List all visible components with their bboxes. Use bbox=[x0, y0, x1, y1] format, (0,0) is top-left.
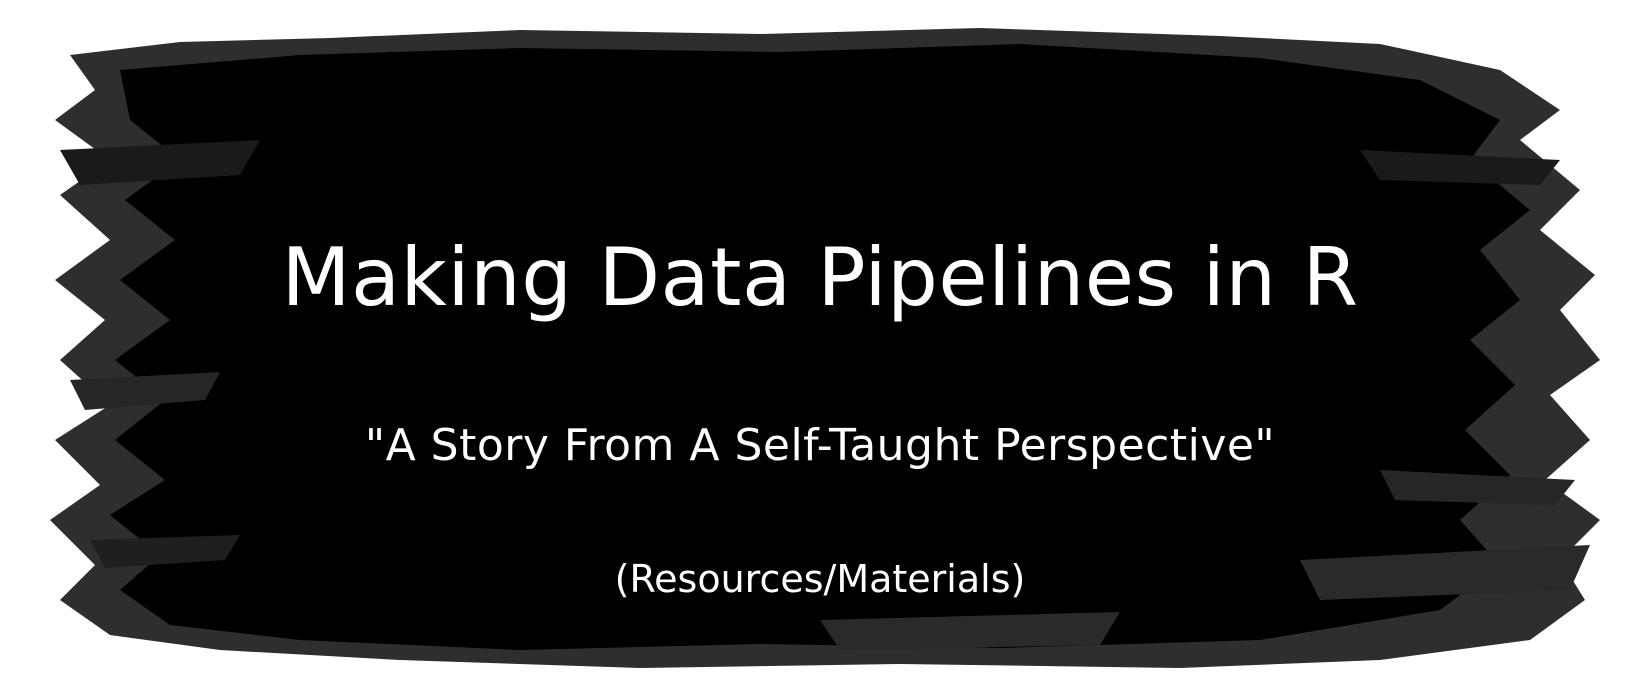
banner-title: Making Data Pipelines in R bbox=[281, 231, 1359, 324]
banner-note: (Resources/Materials) bbox=[614, 557, 1026, 601]
banner-subtitle: "A Story From A Self-Taught Perspective" bbox=[364, 420, 1276, 471]
